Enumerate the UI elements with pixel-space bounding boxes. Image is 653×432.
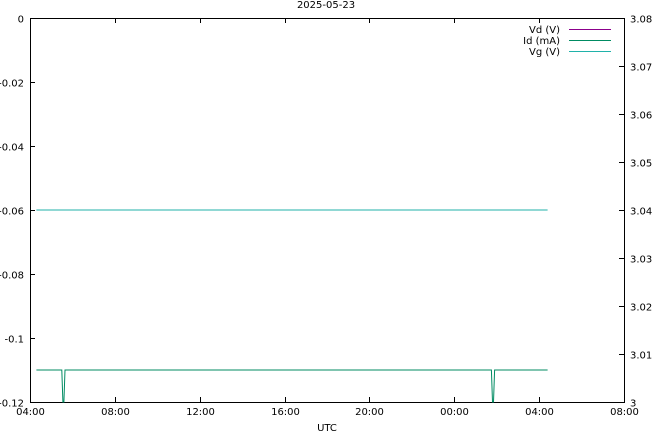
left-y-tick-label: -0.12 <box>0 399 24 410</box>
left-y-tick-label: -0.02 <box>0 79 24 90</box>
right-y-tick-label: 3.08 <box>630 15 652 26</box>
x-axis-ticks: 04:00 08:00 12:00 16:00 20:00 00:00 04:00 08:00 <box>16 18 639 418</box>
x-tick-label: 20:00 <box>355 407 384 418</box>
chart: 2025-05-23 04:00 08:00 12:00 16:00 20:00 00:0… <box>0 0 652 432</box>
left-y-axis-ticks: 0 -0.02 -0.04 -0.06 -0.08 -0.1 -0.12 <box>0 15 35 410</box>
right-y-axis-ticks: 3.08 3.07 3.06 3.05 3.04 3.03 3.02 3.01 3 <box>619 15 652 410</box>
x-tick-label: 08:00 <box>101 407 130 418</box>
series-lines <box>36 209 548 403</box>
right-y-tick-label: 3.02 <box>630 303 652 314</box>
right-y-tick-label: 3.03 <box>630 255 652 266</box>
legend-label: Vd (V) <box>529 25 560 36</box>
legend-label: Vg (V) <box>529 47 560 58</box>
x-tick-label: 00:00 <box>440 407 469 418</box>
right-y-tick-label: 3.01 <box>630 351 652 362</box>
right-y-tick-label: 3.07 <box>630 63 652 74</box>
x-tick-label: 04:00 <box>525 407 554 418</box>
left-y-tick-label: 0 <box>18 15 24 26</box>
x-axis-label: UTC <box>317 423 337 432</box>
left-y-tick-label: -0.04 <box>0 143 24 154</box>
x-tick-label: 16:00 <box>271 407 300 418</box>
legend: Vd (V)Id (mA)Vg (V) <box>523 25 611 58</box>
chart-title: 2025-05-23 <box>297 0 355 11</box>
left-y-tick-label: -0.08 <box>0 271 24 282</box>
legend-label: Id (mA) <box>523 36 560 47</box>
right-y-tick-label: 3.04 <box>630 207 652 218</box>
right-y-tick-label: 3.05 <box>630 159 652 170</box>
right-y-tick-label: 3.06 <box>630 111 652 122</box>
x-tick-label: 12:00 <box>186 407 215 418</box>
right-y-tick-label: 3 <box>630 399 636 410</box>
left-y-tick-label: -0.06 <box>0 207 24 218</box>
left-y-tick-label: -0.1 <box>4 335 24 346</box>
series-line-1 <box>36 369 548 403</box>
